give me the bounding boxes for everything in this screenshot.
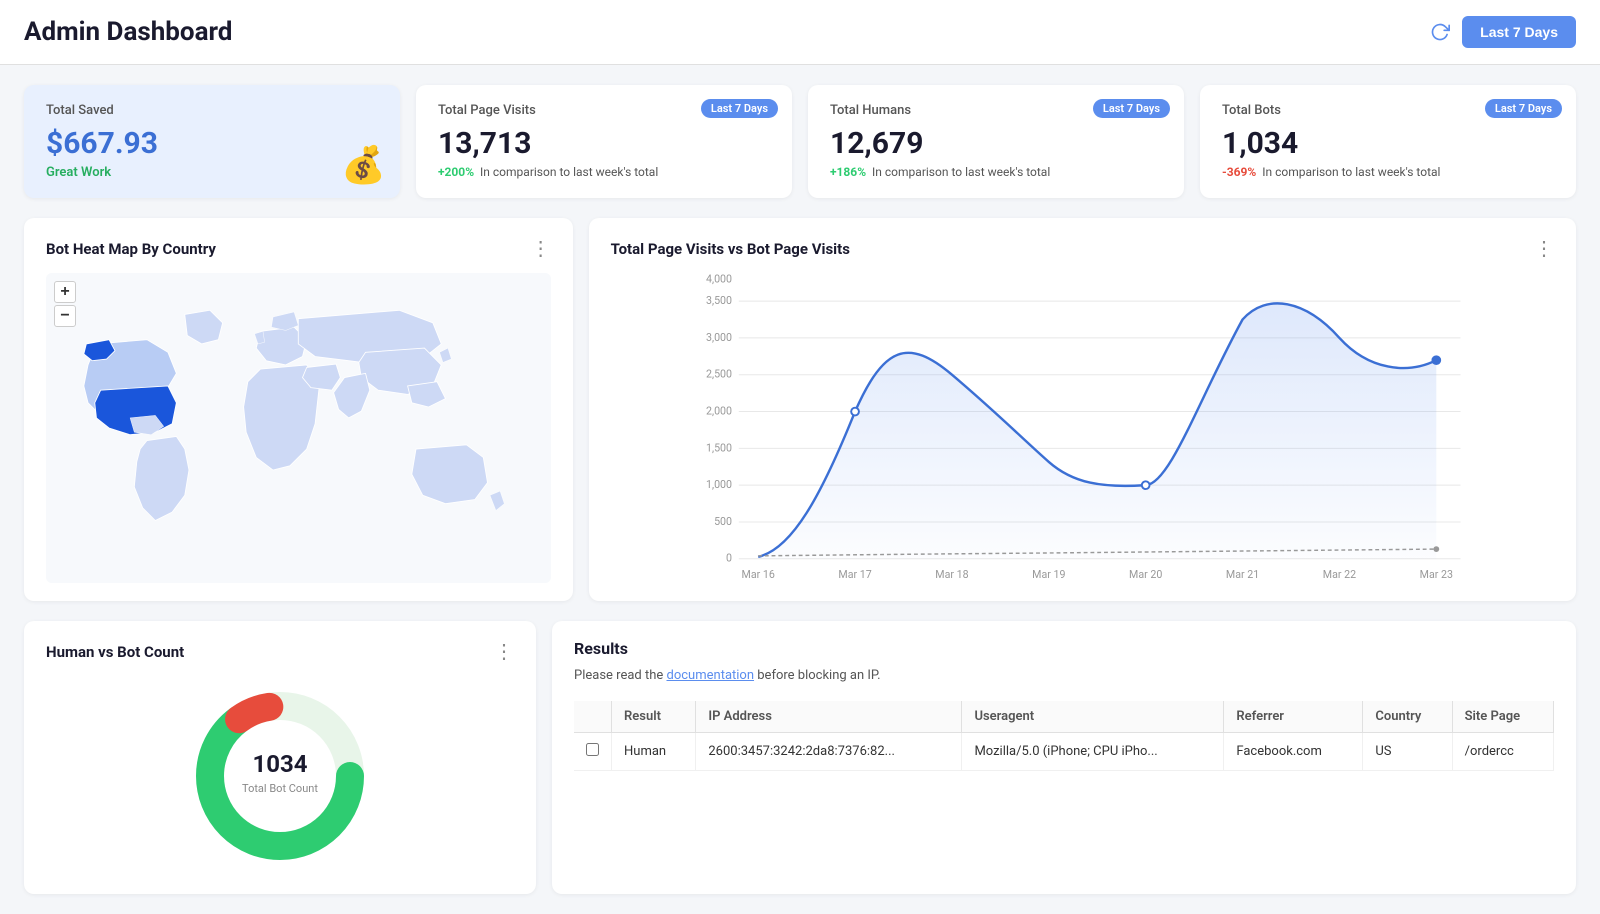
map-zoom-out-button[interactable]: − — [54, 305, 76, 327]
svg-text:1,500: 1,500 — [706, 441, 732, 454]
donut-card: Human vs Bot Count ⋮ 1034 Total Bot Coun… — [24, 621, 536, 894]
row-ip: 2600:3457:3242:2da8:7376:82... — [696, 732, 962, 770]
bottom-row: Human vs Bot Count ⋮ 1034 Total Bot Coun… — [24, 621, 1576, 894]
col-checkbox — [574, 701, 612, 733]
stat-visits-badge: Last 7 Days — [701, 99, 778, 118]
svg-text:Mar 23: Mar 23 — [1419, 568, 1452, 581]
stat-saved-label: Total Saved — [46, 103, 378, 118]
donut-title: Human vs Bot Count — [46, 643, 184, 661]
svg-text:1034: 1034 — [252, 750, 307, 778]
svg-text:Mar 21: Mar 21 — [1225, 568, 1258, 581]
table-row: Human 2600:3457:3242:2da8:7376:82... Moz… — [574, 732, 1554, 770]
stat-bots-pct: -369% — [1222, 165, 1256, 179]
svg-text:Mar 19: Mar 19 — [1032, 568, 1065, 581]
stat-visits-pct: +200% — [438, 165, 474, 179]
results-header-row: Result IP Address Useragent Referrer Cou… — [574, 701, 1554, 733]
stat-humans-value: 12,679 — [830, 126, 1162, 161]
money-icon: 💰 — [341, 144, 386, 186]
stat-bots-change-text: In comparison to last week's total — [1262, 165, 1440, 179]
svg-text:4,000: 4,000 — [706, 273, 732, 286]
svg-text:Mar 16: Mar 16 — [741, 568, 774, 581]
stat-bots: Last 7 Days Total Bots 1,034 -369% In co… — [1200, 85, 1576, 198]
stat-visits-change-text: In comparison to last week's total — [480, 165, 658, 179]
donut-header: Human vs Bot Count ⋮ — [46, 639, 514, 664]
svg-text:0: 0 — [726, 552, 732, 565]
results-title: Results — [574, 639, 1554, 658]
col-useragent: Useragent — [962, 701, 1224, 733]
results-table-head: Result IP Address Useragent Referrer Cou… — [574, 701, 1554, 733]
stat-saved-subtitle: Great Work — [46, 165, 378, 180]
results-desc-prefix: Please read the — [574, 668, 667, 683]
svg-text:2,000: 2,000 — [706, 404, 732, 417]
row-referrer: Facebook.com — [1224, 732, 1363, 770]
stats-row: Total Saved $667.93 Great Work 💰 Last 7 … — [24, 85, 1576, 198]
stat-total-saved: Total Saved $667.93 Great Work 💰 — [24, 85, 400, 198]
results-table: Result IP Address Useragent Referrer Cou… — [574, 701, 1554, 771]
header-controls: Last 7 Days — [1430, 16, 1576, 48]
svg-text:2,500: 2,500 — [706, 368, 732, 381]
svg-text:Mar 18: Mar 18 — [935, 568, 968, 581]
heatmap-title: Bot Heat Map By Country — [46, 240, 216, 258]
linechart-card: Total Page Visits vs Bot Page Visits ⋮ 0… — [589, 218, 1576, 601]
stat-visits-value: 13,713 — [438, 126, 770, 161]
stat-saved-value: $667.93 — [46, 126, 378, 161]
stat-page-visits: Last 7 Days Total Page Visits 13,713 +20… — [416, 85, 792, 198]
linechart-title: Total Page Visits vs Bot Page Visits — [611, 240, 850, 258]
col-result: Result — [612, 701, 696, 733]
svg-text:3,000: 3,000 — [706, 331, 732, 344]
stat-humans-badge: Last 7 Days — [1093, 99, 1170, 118]
row-checkbox-cell[interactable] — [574, 732, 612, 770]
linechart-header: Total Page Visits vs Bot Page Visits ⋮ — [611, 236, 1554, 261]
col-ip: IP Address — [696, 701, 962, 733]
charts-row: Bot Heat Map By Country ⋮ + − — [24, 218, 1576, 601]
heatmap-more-button[interactable]: ⋮ — [531, 236, 551, 261]
svg-text:Mar 17: Mar 17 — [838, 568, 871, 581]
stat-bots-change: -369% In comparison to last week's total — [1222, 165, 1554, 179]
documentation-link[interactable]: documentation — [667, 668, 755, 683]
donut-container: 1034 Total Bot Count — [46, 676, 514, 876]
svg-text:1,000: 1,000 — [706, 478, 732, 491]
results-description: Please read the documentation before blo… — [574, 666, 1554, 687]
col-sitepage: Site Page — [1452, 701, 1553, 733]
row-country: US — [1363, 732, 1452, 770]
map-container: + − — [46, 273, 551, 583]
results-card: Results Please read the documentation be… — [552, 621, 1576, 894]
stat-humans-change: +186% In comparison to last week's total — [830, 165, 1162, 179]
svg-text:Total Bot Count: Total Bot Count — [242, 782, 318, 795]
svg-text:Mar 22: Mar 22 — [1322, 568, 1355, 581]
linechart-more-button[interactable]: ⋮ — [1534, 236, 1554, 261]
stat-humans: Last 7 Days Total Humans 12,679 +186% In… — [808, 85, 1184, 198]
last7days-button[interactable]: Last 7 Days — [1462, 16, 1576, 48]
stat-bots-badge: Last 7 Days — [1485, 99, 1562, 118]
header: Admin Dashboard Last 7 Days — [0, 0, 1600, 65]
heatmap-header: Bot Heat Map By Country ⋮ — [46, 236, 551, 261]
row-checkbox[interactable] — [586, 743, 599, 756]
results-table-body: Human 2600:3457:3242:2da8:7376:82... Moz… — [574, 732, 1554, 770]
svg-text:Mar 20: Mar 20 — [1129, 568, 1162, 581]
stat-humans-pct: +186% — [830, 165, 866, 179]
svg-text:3,500: 3,500 — [706, 294, 732, 307]
row-sitepage: /ordercc — [1452, 732, 1553, 770]
stat-humans-change-text: In comparison to last week's total — [872, 165, 1050, 179]
row-useragent: Mozilla/5.0 (iPhone; CPU iPho... — [962, 732, 1224, 770]
page-title: Admin Dashboard — [24, 17, 232, 47]
col-country: Country — [1363, 701, 1452, 733]
refresh-button[interactable] — [1430, 22, 1450, 42]
stat-visits-change: +200% In comparison to last week's total — [438, 165, 770, 179]
col-referrer: Referrer — [1224, 701, 1363, 733]
donut-more-button[interactable]: ⋮ — [494, 639, 514, 664]
main-content: Total Saved $667.93 Great Work 💰 Last 7 … — [0, 65, 1600, 914]
stat-bots-value: 1,034 — [1222, 126, 1554, 161]
svg-text:500: 500 — [714, 515, 732, 528]
results-desc-suffix: before blocking an IP. — [754, 668, 880, 683]
heatmap-card: Bot Heat Map By Country ⋮ + − — [24, 218, 573, 601]
map-controls: + − — [54, 281, 76, 327]
row-result: Human — [612, 732, 696, 770]
map-zoom-in-button[interactable]: + — [54, 281, 76, 303]
linechart-container: 0 500 1,000 1,500 2,000 2,500 3,000 3,50… — [611, 273, 1554, 583]
results-table-wrapper: Result IP Address Useragent Referrer Cou… — [574, 701, 1554, 771]
